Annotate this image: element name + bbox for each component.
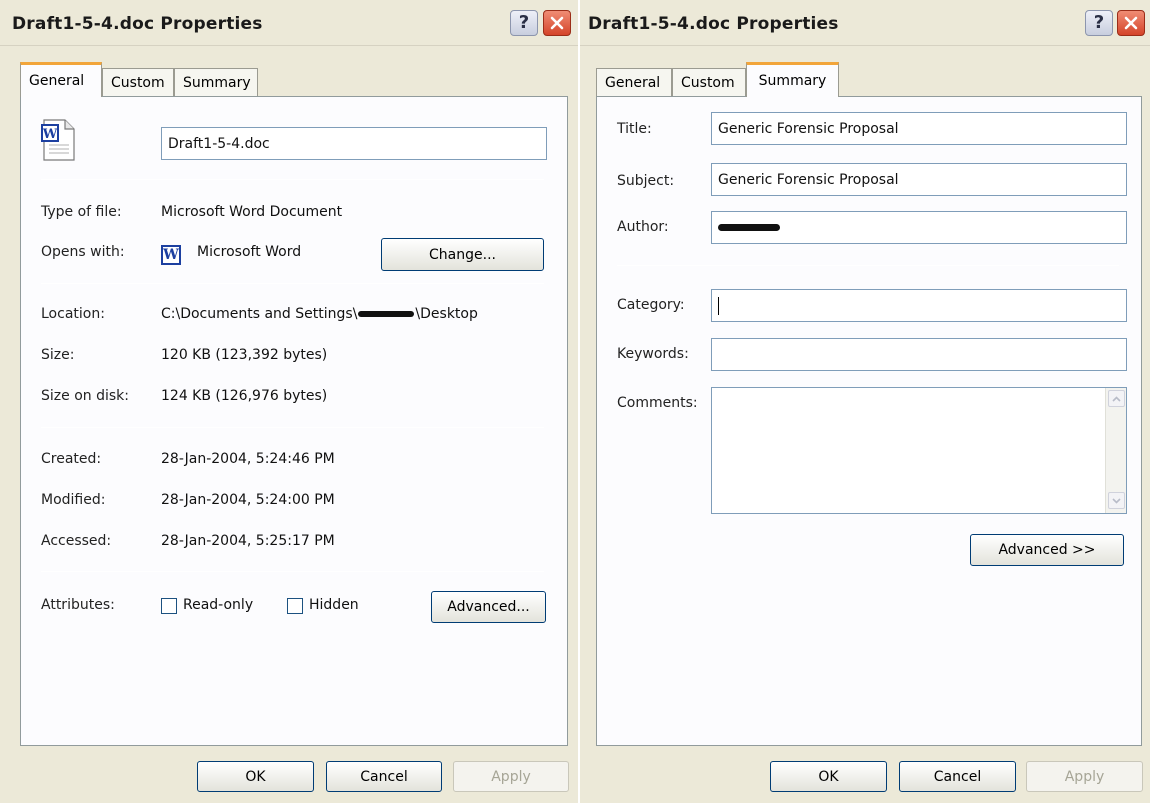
ok-button[interactable]: OK <box>770 761 887 792</box>
separator <box>41 283 544 284</box>
location-path-end: \Desktop <box>415 306 478 322</box>
size-on-disk-value: 124 KB (126,976 bytes) <box>161 388 328 404</box>
help-button[interactable]: ? <box>510 10 538 36</box>
opens-with-value: Microsoft Word <box>197 244 302 260</box>
properties-dialog-general: Draft1-5-4.doc Properties ? General Cust… <box>0 0 578 803</box>
title-bar[interactable]: Draft1-5-4.doc Properties ? <box>580 0 1150 46</box>
close-icon <box>1124 16 1138 30</box>
opens-with-label: Opens with: <box>41 244 125 260</box>
created-value: 28-Jan-2004, 5:24:46 PM <box>161 451 335 467</box>
title-label: Title: <box>617 121 652 137</box>
close-button[interactable] <box>543 10 571 36</box>
size-value: 120 KB (123,392 bytes) <box>161 347 328 363</box>
general-tab-panel: W Draft1-5-4.doc Type of file: Microsoft… <box>20 96 568 746</box>
tab-summary[interactable]: Summary <box>174 68 258 96</box>
comments-scrollbar[interactable] <box>1105 388 1126 513</box>
tab-general[interactable]: General <box>596 68 672 96</box>
modified-label: Modified: <box>41 492 106 508</box>
subject-field[interactable]: Generic Forensic Proposal <box>711 163 1127 196</box>
file-name-field[interactable]: Draft1-5-4.doc <box>161 127 547 160</box>
properties-dialog-summary: Draft1-5-4.doc Properties ? General Cust… <box>580 0 1150 803</box>
author-label: Author: <box>617 219 669 235</box>
word-document-icon: W <box>41 119 75 161</box>
separator <box>41 571 544 572</box>
hidden-checkbox[interactable] <box>287 598 303 614</box>
advanced-expand-button[interactable]: Advanced >> <box>970 534 1124 566</box>
help-icon: ? <box>1093 12 1105 33</box>
location-label: Location: <box>41 306 105 322</box>
apply-button[interactable]: Apply <box>453 761 569 792</box>
summary-tab-panel: Title: Generic Forensic Proposal Subject… <box>596 96 1142 746</box>
accessed-value: 28-Jan-2004, 5:25:17 PM <box>161 533 335 549</box>
tab-summary[interactable]: Summary <box>746 62 839 97</box>
separator <box>41 427 544 428</box>
chevron-up-icon <box>1112 395 1121 402</box>
read-only-label[interactable]: Read-only <box>183 597 253 613</box>
size-label: Size: <box>41 347 75 363</box>
help-button[interactable]: ? <box>1085 10 1113 36</box>
word-app-icon: W <box>161 245 181 265</box>
scroll-up-button[interactable] <box>1108 390 1125 407</box>
close-button[interactable] <box>1117 10 1145 36</box>
advanced-button[interactable]: Advanced... <box>431 591 546 623</box>
separator <box>617 265 1119 266</box>
location-value: C:\Documents and Settings\ \Desktop <box>161 306 478 322</box>
redacted-author <box>718 224 780 231</box>
read-only-checkbox[interactable] <box>161 598 177 614</box>
modified-value: 28-Jan-2004, 5:24:00 PM <box>161 492 335 508</box>
category-field[interactable] <box>711 289 1127 322</box>
attributes-label: Attributes: <box>41 597 115 613</box>
text-cursor <box>718 296 719 315</box>
cancel-button[interactable]: Cancel <box>899 761 1016 792</box>
tab-custom[interactable]: Custom <box>102 68 174 96</box>
help-icon: ? <box>518 12 530 33</box>
keywords-field[interactable] <box>711 338 1127 371</box>
subject-label: Subject: <box>617 173 675 189</box>
tab-custom[interactable]: Custom <box>672 68 746 96</box>
accessed-label: Accessed: <box>41 533 112 549</box>
created-label: Created: <box>41 451 102 467</box>
category-label: Category: <box>617 297 685 313</box>
dialog-title: Draft1-5-4.doc Properties <box>12 14 263 34</box>
hidden-label[interactable]: Hidden <box>309 597 359 613</box>
separator <box>41 179 544 180</box>
change-button[interactable]: Change... <box>381 238 544 271</box>
author-field[interactable] <box>711 211 1127 244</box>
tab-general[interactable]: General <box>20 62 102 97</box>
svg-text:W: W <box>42 127 58 142</box>
type-of-file-value: Microsoft Word Document <box>161 204 343 220</box>
redacted-username <box>358 311 415 317</box>
comments-label: Comments: <box>617 395 698 411</box>
cancel-button[interactable]: Cancel <box>326 761 442 792</box>
comments-field[interactable] <box>711 387 1127 514</box>
chevron-down-icon <box>1112 497 1121 504</box>
type-of-file-label: Type of file: <box>41 204 122 220</box>
title-field[interactable]: Generic Forensic Proposal <box>711 112 1127 145</box>
scroll-down-button[interactable] <box>1108 492 1125 509</box>
location-path-start: C:\Documents and Settings\ <box>161 306 358 322</box>
dialog-title: Draft1-5-4.doc Properties <box>588 14 839 34</box>
ok-button[interactable]: OK <box>197 761 314 792</box>
title-bar[interactable]: Draft1-5-4.doc Properties ? <box>0 0 578 46</box>
size-on-disk-label: Size on disk: <box>41 388 129 404</box>
keywords-label: Keywords: <box>617 346 689 362</box>
apply-button[interactable]: Apply <box>1026 761 1143 792</box>
close-icon <box>550 16 564 30</box>
